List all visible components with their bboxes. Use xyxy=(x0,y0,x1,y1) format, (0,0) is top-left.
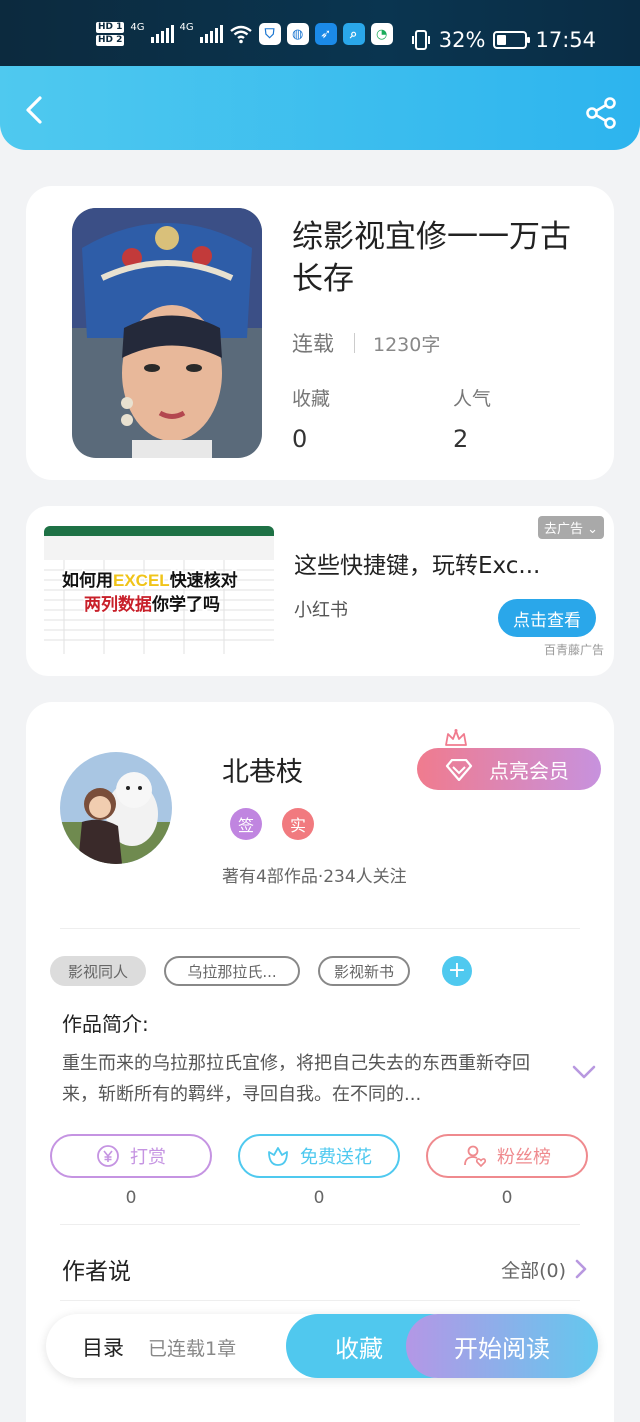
hd-icon: HD 1 HD 2 xyxy=(96,22,125,46)
fan-ranking-label: 粉丝榜 xyxy=(497,1147,551,1168)
add-tag-button[interactable]: + xyxy=(442,956,472,986)
chevron-down-icon: ⌄ xyxy=(587,522,598,537)
ad-network-label: 百青藤广告 xyxy=(543,643,604,657)
remove-ad-button[interactable]: 去广告 ⌄ xyxy=(537,516,604,539)
serial-status: 连载 xyxy=(292,332,334,356)
ad-image-text: EXCEL xyxy=(113,571,170,590)
search-app-icon: ⌕ xyxy=(342,23,365,45)
tag-chip[interactable]: 乌拉那拉氏... xyxy=(164,956,300,986)
back-arrow-icon[interactable] xyxy=(20,94,52,126)
tag-chip[interactable]: 影视同人 xyxy=(50,956,146,986)
book-cover-image[interactable] xyxy=(72,208,262,458)
remove-ad-label: 去广告 xyxy=(543,522,583,537)
book-info-card: 综影视宜修一一万古长存 连载 1230字 收藏 0 人气 2 xyxy=(26,186,614,480)
fan-ranking-button[interactable]: 粉丝榜 xyxy=(426,1134,588,1178)
stat-value: 0 xyxy=(292,425,308,453)
divider xyxy=(60,1224,580,1225)
tip-count: 0 xyxy=(125,1188,137,1208)
svg-text:两列数据你学了吗: 两列数据你学了吗 xyxy=(84,594,220,614)
vibrate-icon xyxy=(411,30,430,50)
status-icons-left: HD 1 HD 2 4G 4G ⛉ ◍ ➶ ⌕ ◔ xyxy=(96,22,393,46)
status-bar: HD 1 HD 2 4G 4G ⛉ ◍ ➶ ⌕ ◔ 32% 17:54 xyxy=(0,0,640,66)
divider xyxy=(354,333,355,353)
svg-text:如何用EXCEL快速核对: 如何用EXCEL快速核对 xyxy=(62,570,238,590)
user-heart-icon xyxy=(464,1145,487,1168)
word-count: 1230字 xyxy=(373,333,441,356)
status-icons-right: 32% 17:54 xyxy=(411,28,596,52)
vip-label: 点亮会员 xyxy=(489,758,569,783)
ad-view-button[interactable]: 点击查看 xyxy=(498,599,596,637)
tag-chip[interactable]: 影视新书 xyxy=(318,956,410,986)
feather-app-icon: ➶ xyxy=(314,23,337,45)
book-title: 综影视宜修一一万古长存 xyxy=(292,219,571,297)
book-status-row: 连载 1230字 xyxy=(292,328,440,358)
network-type-1: 4G xyxy=(130,22,145,33)
send-flower-button[interactable]: 免费送花 xyxy=(238,1134,400,1178)
diamond-icon xyxy=(445,759,473,781)
battery-percent: 32% xyxy=(438,28,486,52)
shield-app-icon: ⛉ xyxy=(258,23,281,45)
bottom-action-bar: 目录 已连载1章 收藏 开始阅读 xyxy=(46,1314,598,1378)
tip-button[interactable]: 打赏 xyxy=(50,1134,212,1178)
chat-app-icon: ◔ xyxy=(370,23,393,45)
badge-label: 签 xyxy=(237,816,254,835)
stat-popularity: 人气 2 xyxy=(453,384,491,453)
author-says-heading: 作者说 xyxy=(62,1259,131,1285)
verified-badge: 实 xyxy=(282,808,314,840)
stat-favorites: 收藏 0 xyxy=(292,384,330,453)
ad-source: 小红书 xyxy=(294,600,348,621)
ad-image-text: 快速核对 xyxy=(170,570,238,590)
network-type-2: 4G xyxy=(179,22,194,33)
signed-badge: 签 xyxy=(230,808,262,840)
share-icon[interactable] xyxy=(584,96,618,130)
vip-button[interactable]: 点亮会员 xyxy=(417,748,601,790)
flower-count: 0 xyxy=(313,1188,325,1208)
ad-title[interactable]: 这些快捷键，玩转Exc... xyxy=(294,546,584,580)
browser-app-icon: ◍ xyxy=(286,23,309,45)
tip-label: 打赏 xyxy=(130,1147,166,1168)
intro-heading: 作品简介: xyxy=(62,1012,149,1036)
send-flower-label: 免费送花 xyxy=(300,1147,372,1168)
battery-fill xyxy=(497,35,506,45)
author-avatar[interactable] xyxy=(60,752,172,864)
ad-image-text: 你学了吗 xyxy=(151,594,220,614)
yen-coin-icon xyxy=(97,1145,119,1167)
app-header xyxy=(0,66,640,150)
battery-icon xyxy=(493,31,531,49)
ad-card[interactable]: 如何用EXCEL快速核对 两列数据你学了吗 去广告 ⌄ 这些快捷键，玩转Exc.… xyxy=(26,506,614,676)
fan-count: 0 xyxy=(501,1188,513,1208)
author-stats: 著有4部作品·234人关注 xyxy=(222,867,407,887)
clock: 17:54 xyxy=(535,28,596,52)
stat-label: 人气 xyxy=(453,388,492,410)
chapter-count: 已连载1章 xyxy=(148,1338,237,1360)
chevron-right-icon[interactable] xyxy=(574,1258,588,1280)
stat-value: 2 xyxy=(453,425,469,453)
signal-icon xyxy=(150,25,174,43)
ad-image-text: 如何用 xyxy=(62,570,113,590)
table-of-contents-button[interactable]: 目录 xyxy=(82,1332,124,1362)
divider xyxy=(60,1300,580,1301)
chevron-down-icon[interactable] xyxy=(572,1064,596,1080)
ad-image[interactable]: 如何用EXCEL快速核对 两列数据你学了吗 xyxy=(44,526,274,654)
author-name[interactable]: 北巷枝 xyxy=(222,750,303,789)
start-reading-button[interactable]: 开始阅读 xyxy=(406,1314,598,1378)
wifi-icon xyxy=(229,25,252,44)
intro-text[interactable]: 重生而来的乌拉那拉氏宜修，将把自己失去的东西重新夺回来，斩断所有的羁绊，寻回自我… xyxy=(62,1048,552,1110)
stat-label: 收藏 xyxy=(292,388,331,410)
ad-image-text: 两列数据 xyxy=(84,594,152,614)
signal-icon-2 xyxy=(199,25,223,43)
crown-icon xyxy=(445,729,467,746)
plus-icon: + xyxy=(447,958,467,983)
divider xyxy=(60,928,580,929)
badge-label: 实 xyxy=(289,816,306,835)
flower-icon xyxy=(268,1147,288,1166)
author-says-all-link[interactable]: 全部(0) xyxy=(501,1256,566,1283)
